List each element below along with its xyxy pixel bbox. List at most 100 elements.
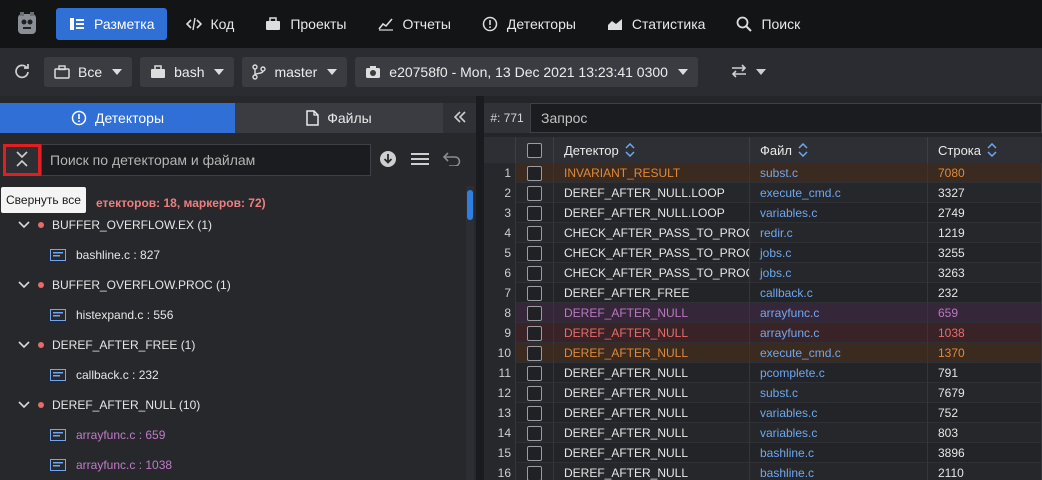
table-row[interactable]: 6 CHECK_AFTER_PASS_TO_PROC jobs.c 3263 [484, 263, 1042, 283]
branch-select[interactable]: master [242, 57, 348, 87]
file-cell[interactable]: jobs.c [750, 263, 928, 283]
row-checkbox[interactable] [527, 465, 542, 480]
file-column-header[interactable]: Файл [750, 137, 928, 163]
nav-reports[interactable]: Отчеты [365, 8, 463, 40]
row-checkbox[interactable] [527, 185, 542, 201]
tree-file[interactable]: histexpand.c : 556 [50, 304, 173, 326]
nav-projects[interactable]: Проекты [252, 8, 358, 40]
table-row[interactable]: 9 DEREF_AFTER_NULL arrayfunc.c 1038 [484, 323, 1042, 343]
file-cell[interactable]: variables.c [750, 203, 928, 223]
file-cell[interactable]: pcomplete.c [750, 363, 928, 383]
tree-group[interactable]: BUFFER_OVERFLOW.PROC (1) [0, 274, 231, 296]
scope-select[interactable]: Все [44, 57, 133, 87]
table-row[interactable]: 5 CHECK_AFTER_PASS_TO_PROC jobs.c 3255 [484, 243, 1042, 263]
table-row[interactable]: 4 CHECK_AFTER_PASS_TO_PROC redir.c 1219 [484, 223, 1042, 243]
select-all-checkbox[interactable] [527, 142, 542, 158]
nav-search[interactable]: Поиск [723, 8, 812, 40]
table-row[interactable]: 2 DEREF_AFTER_NULL.LOOP execute_cmd.c 3327 [484, 183, 1042, 203]
scrollbar-thumb[interactable] [467, 190, 473, 220]
table-row[interactable]: 14 DEREF_AFTER_NULL variables.c 803 [484, 423, 1042, 443]
file-cell[interactable]: execute_cmd.c [750, 343, 928, 363]
detector-column-header[interactable]: Детектор [554, 137, 750, 163]
row-checkbox[interactable] [527, 165, 542, 181]
file-cell[interactable]: subst.c [750, 163, 928, 183]
nav-markup[interactable]: Разметка [56, 8, 167, 40]
row-checkbox-cell [516, 403, 554, 423]
result-count: #: 771 [484, 103, 530, 133]
row-checkbox[interactable] [527, 265, 542, 281]
detector-search-input[interactable] [41, 144, 371, 176]
table-row[interactable]: 15 DEREF_AFTER_NULL bashline.c 3896 [484, 443, 1042, 463]
undo-button[interactable] [438, 146, 466, 174]
file-cell[interactable]: redir.c [750, 223, 928, 243]
snapshot-select[interactable]: e20758f0 - Mon, 13 Dec 2021 13:23:41 030… [355, 57, 698, 87]
nav-detectors[interactable]: Детекторы [469, 8, 588, 40]
file-cell[interactable]: bashline.c [750, 463, 928, 480]
collapse-panel-button[interactable] [443, 103, 476, 133]
tree-file[interactable]: callback.c : 232 [50, 364, 159, 386]
tree-file[interactable]: bashline.c : 827 [50, 244, 160, 266]
table-row[interactable]: 7 DEREF_AFTER_FREE callback.c 232 [484, 283, 1042, 303]
scope-value: Все [78, 64, 103, 80]
row-checkbox[interactable] [527, 305, 542, 321]
severity-dot [38, 282, 44, 288]
refresh-button[interactable] [6, 57, 38, 87]
table-row[interactable]: 1 INVARIANT_RESULT subst.c 7080 [484, 163, 1042, 183]
tab-detectors[interactable]: Детекторы [0, 103, 235, 133]
project-select[interactable]: bash [140, 57, 235, 87]
file-icon [306, 110, 319, 126]
row-checkbox[interactable] [527, 245, 542, 261]
download-button[interactable] [374, 146, 402, 174]
table-row[interactable]: 8 DEREF_AFTER_NULL arrayfunc.c 659 [484, 303, 1042, 323]
collapse-all-button[interactable] [3, 144, 41, 176]
tab-files[interactable]: Файлы [235, 103, 443, 133]
row-checkbox[interactable] [527, 225, 542, 241]
row-checkbox[interactable] [527, 205, 542, 221]
row-checkbox[interactable] [527, 365, 542, 381]
row-checkbox[interactable] [527, 345, 542, 361]
nav-statistics[interactable]: Статистика [594, 8, 718, 40]
tree-group[interactable]: DEREF_AFTER_FREE (1) [0, 334, 195, 356]
tree-file[interactable]: arrayfunc.c : 1038 [50, 454, 172, 476]
row-checkbox[interactable] [527, 405, 542, 421]
file-cell[interactable]: execute_cmd.c [750, 183, 928, 203]
table-row[interactable]: 13 DEREF_AFTER_NULL variables.c 752 [484, 403, 1042, 423]
table-row[interactable]: 16 DEREF_AFTER_NULL bashline.c 2110 [484, 463, 1042, 480]
query-input[interactable] [530, 103, 1042, 133]
tab-detectors-label: Детекторы [94, 110, 164, 126]
tree-group[interactable]: BUFFER_OVERFLOW.EX (1) [0, 214, 212, 236]
tree-group[interactable]: DEREF_AFTER_NULL (10) [0, 394, 200, 416]
file-cell[interactable]: arrayfunc.c [750, 303, 928, 323]
line-column-header[interactable]: Строка [928, 137, 1042, 163]
table-row[interactable]: 11 DEREF_AFTER_NULL pcomplete.c 791 [484, 363, 1042, 383]
file-column-label: Файл [760, 142, 792, 158]
tree-file[interactable]: arrayfunc.c : 659 [50, 424, 165, 446]
tree-scrollbar[interactable] [466, 186, 474, 480]
row-number: 2 [484, 183, 516, 203]
panel-splitter[interactable] [476, 96, 484, 480]
sort-icon [625, 143, 635, 157]
row-checkbox[interactable] [527, 325, 542, 341]
line-column-label: Строка [938, 142, 982, 158]
file-cell[interactable]: variables.c [750, 423, 928, 443]
compare-button[interactable] [722, 57, 774, 87]
file-cell[interactable]: variables.c [750, 403, 928, 423]
file-cell[interactable]: jobs.c [750, 243, 928, 263]
table-row[interactable]: 12 DEREF_AFTER_NULL subst.c 7679 [484, 383, 1042, 403]
row-checkbox[interactable] [527, 425, 542, 441]
app-logo[interactable] [12, 9, 42, 39]
menu-button[interactable] [406, 146, 434, 174]
file-cell[interactable]: callback.c [750, 283, 928, 303]
row-number: 14 [484, 423, 516, 443]
nav-code[interactable]: Код [173, 8, 247, 40]
file-cell[interactable]: bashline.c [750, 443, 928, 463]
file-cell[interactable]: subst.c [750, 383, 928, 403]
results-table: Детектор Файл Строка 1 INVARIANT_RESULT su… [484, 137, 1042, 480]
table-row[interactable]: 3 DEREF_AFTER_NULL.LOOP variables.c 2749 [484, 203, 1042, 223]
row-checkbox[interactable] [527, 385, 542, 401]
chevron-down-icon [327, 69, 338, 75]
row-checkbox[interactable] [527, 285, 542, 301]
table-row[interactable]: 10 DEREF_AFTER_NULL execute_cmd.c 1370 [484, 343, 1042, 363]
row-checkbox[interactable] [527, 445, 542, 461]
file-cell[interactable]: arrayfunc.c [750, 323, 928, 343]
